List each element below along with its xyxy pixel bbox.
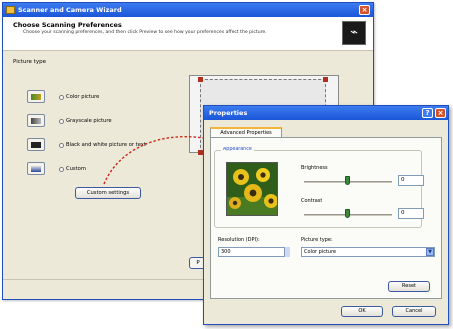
picture-type-select[interactable]: Color picture xyxy=(301,247,435,257)
properties-dialog: Properties ? × Advanced Properties Appea… xyxy=(203,105,449,325)
resolution-label: Resolution (DPI): xyxy=(218,237,260,243)
contrast-value-field[interactable]: 0 xyxy=(398,208,424,219)
reset-button[interactable]: Reset xyxy=(388,281,430,292)
brightness-slider-thumb[interactable] xyxy=(345,176,350,185)
properties-titlebar[interactable]: Properties ? × xyxy=(204,106,448,120)
cancel-button[interactable]: Cancel xyxy=(392,306,436,317)
chevron-down-icon[interactable]: ▼ xyxy=(426,248,434,256)
close-icon[interactable]: × xyxy=(435,108,446,118)
contrast-label: Contrast xyxy=(301,198,323,204)
callout-arrow-line xyxy=(103,136,216,185)
brightness-label: Brightness xyxy=(301,165,328,171)
contrast-slider-thumb[interactable] xyxy=(345,209,350,218)
help-icon[interactable]: ? xyxy=(422,108,433,118)
sample-photo-image xyxy=(226,162,278,216)
resolution-spin-arrows[interactable] xyxy=(284,247,290,257)
brightness-value-field[interactable]: 0 xyxy=(398,175,424,186)
properties-title: Properties xyxy=(209,109,248,117)
appearance-label: Appearance xyxy=(221,147,254,152)
picture-type-select-label: Picture type: xyxy=(301,237,333,243)
ok-button[interactable]: OK xyxy=(341,306,383,317)
resolution-field[interactable]: 300 xyxy=(218,247,290,257)
flower-picture xyxy=(227,163,277,215)
